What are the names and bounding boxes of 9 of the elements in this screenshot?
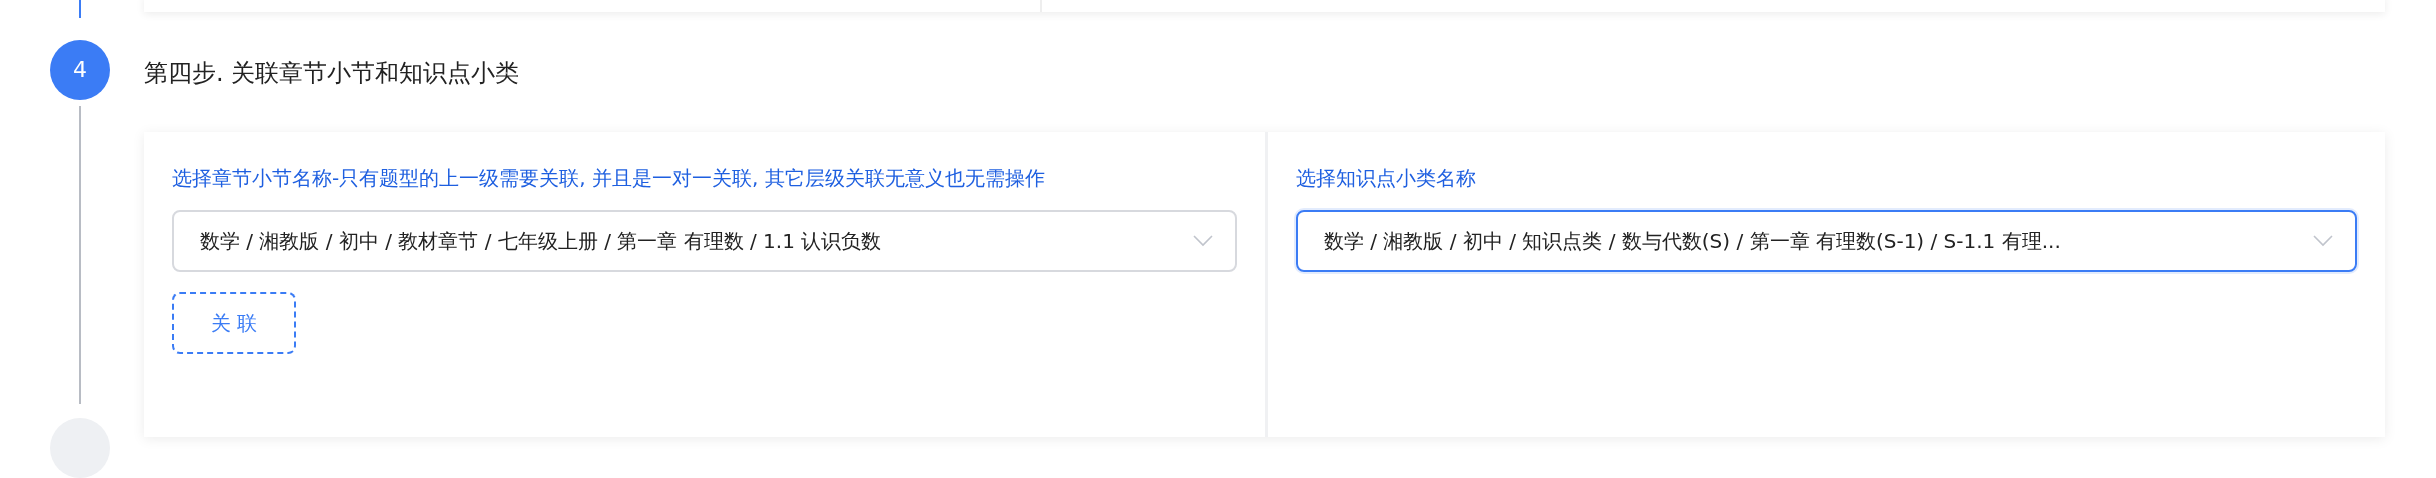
- field-label: 选择知识点小类名称: [1296, 165, 1477, 192]
- chevron-down-icon: [1193, 235, 1213, 247]
- cascader-select[interactable]: 数学 / 湘教版 / 初中 / 知识点类 / 数与代数(S) / 第一章 有理数(S-1) / S-1.1 有理...: [1296, 210, 2357, 272]
- step-number: 4: [50, 39, 110, 100]
- link-button[interactable]: 关 联: [172, 292, 296, 354]
- step-title: 第四步. 关联章节小节和知识点小类: [144, 58, 521, 88]
- cascader-select[interactable]: 数学 / 湘教版 / 初中 / 教材章节 / 七年级上册 / 第一章 有理数 / 1.1 认识负数: [172, 210, 1237, 272]
- field-label: 选择章节小节名称-只有题型的上一级需要关联, 并且是一对一关联, 其它层级关联无意义也无需操作: [172, 165, 1046, 192]
- chevron-down-icon: [2313, 235, 2333, 247]
